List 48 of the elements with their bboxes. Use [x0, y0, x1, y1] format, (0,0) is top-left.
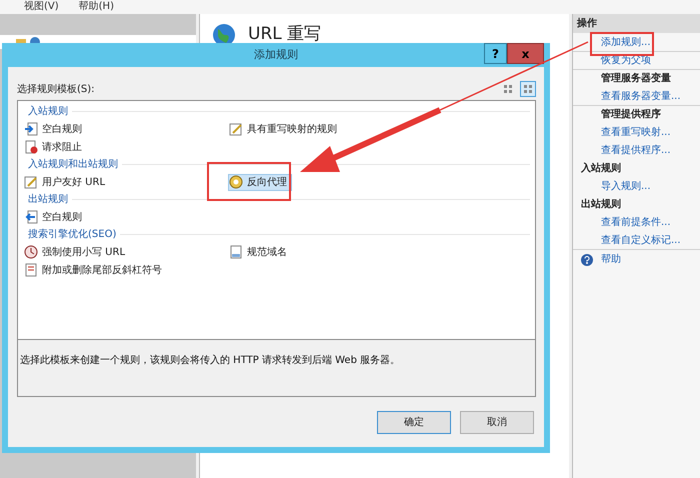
template-item[interactable]: 强制使用小写 URL	[23, 244, 130, 260]
template-item[interactable]: 附加或删除尾部反斜杠符号	[23, 262, 167, 278]
action-link[interactable]: 查看前提条件...	[601, 215, 671, 230]
pane-header: 操作	[573, 14, 700, 33]
gear-icon	[229, 175, 243, 189]
template-item[interactable]: 请求阻止	[23, 138, 87, 156]
tile-view-icon[interactable]	[520, 81, 536, 97]
description-text: 选择此模板来创建一个规则，该规则会将传入的 HTTP 请求转发到后端 Web 服务器。	[20, 355, 400, 366]
page-icon	[24, 263, 38, 277]
template-label: 选择规则模板(S):	[17, 82, 95, 97]
template-item[interactable]: 反向代理	[228, 174, 292, 190]
action-heading: 管理服务器变量	[601, 71, 671, 86]
menu-item[interactable]: 帮助(H)	[78, 2, 114, 12]
action-link[interactable]: 查看自定义标记...	[601, 233, 681, 248]
group-header: 入站规则和出站规则	[28, 158, 118, 172]
template-item[interactable]: 空白规则	[23, 208, 87, 226]
arrow-page-icon	[24, 210, 38, 224]
highlight-box	[590, 32, 654, 56]
blocked-page-icon	[24, 140, 38, 154]
action-link[interactable]: 添加规则...	[601, 35, 651, 50]
action-link[interactable]: 帮助	[601, 252, 621, 267]
action-link[interactable]: 查看服务器变量...	[601, 89, 681, 104]
action-section: 出站规则	[581, 197, 621, 212]
template-item[interactable]: 规范域名	[228, 244, 292, 260]
action-section: 入站规则	[581, 161, 621, 176]
page-icon	[229, 245, 243, 259]
action-link[interactable]: 查看重写映射...	[601, 125, 671, 140]
template-item[interactable]: 具有重写映射的规则	[228, 120, 342, 138]
action-heading: 管理提供程序	[601, 107, 661, 122]
dialog-button[interactable]: 确定	[377, 410, 451, 434]
feature-title: URL 重写	[248, 23, 322, 46]
help-icon	[581, 254, 593, 266]
arrow-page-icon	[24, 122, 38, 136]
group-header: 搜索引擎优化(SEO)	[28, 228, 116, 242]
action-link[interactable]: 查看提供程序...	[601, 143, 671, 158]
menu-item[interactable]: 视图(V)	[24, 2, 59, 12]
help-button[interactable]: ?	[484, 43, 507, 64]
template-item[interactable]: 用户友好 URL	[23, 174, 110, 190]
template-item[interactable]: 空白规则	[23, 120, 87, 138]
close-button[interactable]: x	[507, 43, 544, 64]
group-header: 出站规则	[28, 192, 68, 207]
clock-icon	[24, 245, 38, 259]
pencil-page-icon	[24, 175, 38, 189]
group-header: 入站规则	[28, 104, 68, 119]
dialog-title: 添加规则	[253, 46, 299, 63]
dialog-button[interactable]: 取消	[460, 410, 534, 434]
pencil-page-icon	[229, 122, 243, 136]
action-link[interactable]: 导入规则...	[601, 179, 651, 194]
